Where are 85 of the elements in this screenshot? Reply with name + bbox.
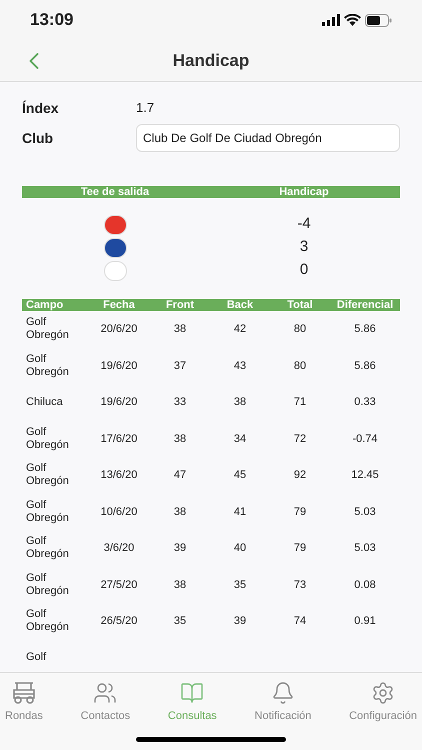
table-cell-text: Golf Obregón [25,426,70,452]
column-header: Tee de salida [80,186,150,198]
table-cell-text: 5.86 [353,358,377,374]
table-cell-text: 19/6/20 [100,395,138,410]
table-cell-text: Golf Obregón [25,316,70,342]
column-header: Handicap [278,186,330,198]
table-cell-text: 20/6/20 [100,322,138,337]
table-cell-text: 0.91 [353,614,377,629]
tab-bar-item[interactable]: Contactos [78,681,132,724]
table-cell-text: 38 [172,504,188,520]
table-cell-text: 38 [172,432,188,446]
handicap-value: 0 [298,260,310,280]
table-cell-text: 10/6/20 [100,504,138,520]
table-cell-text: 27/5/20 [100,578,138,592]
table-cell-text: 35 [172,614,188,629]
column-header: Back [226,299,254,311]
settings-icon [371,681,396,705]
index-value: 1.7 [136,99,154,118]
table-cell-text: 5.86 [353,322,377,337]
people-icon [93,681,118,705]
signal-icon [322,14,340,26]
table-cell-text: 5.03 [353,504,377,520]
book-icon [180,681,204,705]
wifi-icon [344,14,361,26]
table-cell-text: 5.03 [353,541,377,556]
table-cell-text: Golf [25,651,48,664]
table-cell-text: 71 [292,395,308,410]
table-cell-text: 35 [232,578,248,592]
table-cell-text: 79 [292,541,308,556]
tab-bar-item[interactable]: Consultas [166,681,219,724]
table-cell-text: Golf Obregón [25,608,70,634]
table-cell-text: Golf Obregón [25,462,70,488]
table-cell-text: 72 [292,432,308,446]
table-cell-text: 38 [232,395,248,410]
table-cell-text: 80 [292,322,308,337]
table-cell-text: Chiluca [25,396,64,409]
table-cell-text: 0.33 [353,395,377,410]
column-header: Diferencial [336,299,394,311]
table-cell-text: 40 [232,541,248,556]
status-time: 13:09 [30,9,74,32]
table-cell-text: 74 [292,614,308,629]
table-cell-text: 26/5/20 [100,614,138,629]
table-cell-text: 92 [292,468,308,483]
table-cell-text: 33 [172,395,188,410]
table-cell-text: 79 [292,504,308,520]
table-cell-text: 73 [292,578,308,592]
table-cell-text: 43 [232,358,248,374]
column-header: Fecha [102,299,136,311]
table-cell-text: -0.74 [351,432,379,446]
table-cell-text: 38 [172,578,188,592]
club-label: Club [22,128,54,148]
table-cell-text: Golf Obregón [25,535,70,562]
bell-icon [270,681,295,705]
handicap-value: 3 [298,237,310,258]
index-label: Índex [22,98,60,118]
handicap-value: -4 [296,214,312,234]
club-field[interactable]: Club De Golf De Ciudad Obregón [136,124,400,152]
table-cell-text: 34 [232,432,248,446]
tab-bar-item[interactable]: Rondas [3,681,45,724]
table-cell-text: 0.08 [353,578,377,592]
golf-cart-icon [10,681,37,705]
table-cell-text: 37 [172,358,188,374]
page-title: Handicap [172,50,250,72]
tab-bar-item[interactable]: Configuración [347,681,419,724]
battery-icon [365,14,392,26]
table-cell-text: 80 [292,358,308,374]
table-cell-text: 41 [232,504,248,520]
column-header: Total [286,299,314,311]
table-cell-text: 13/6/20 [100,468,138,483]
table-cell-text: Golf Obregón [25,352,70,379]
table-cell-text: 12.45 [350,468,380,483]
tab-bar-item[interactable]: Notificación [252,681,314,724]
table-cell-text: Golf Obregón [25,572,70,598]
table-cell-text: 19/6/20 [100,358,138,374]
table-cell-text: 38 [172,322,188,337]
table-cell-text: 17/6/20 [100,432,138,446]
table-cell-text: Golf Obregón [25,498,70,525]
table-cell-text: 45 [232,468,248,483]
column-header: Campo [25,299,64,311]
table-cell-text: 39 [232,614,248,629]
table-cell-text: 47 [172,468,188,483]
table-cell-text: 42 [232,322,248,337]
column-header: Front [164,299,196,311]
table-cell-text: 39 [172,541,188,556]
table-cell-text: 3/6/20 [102,541,136,556]
